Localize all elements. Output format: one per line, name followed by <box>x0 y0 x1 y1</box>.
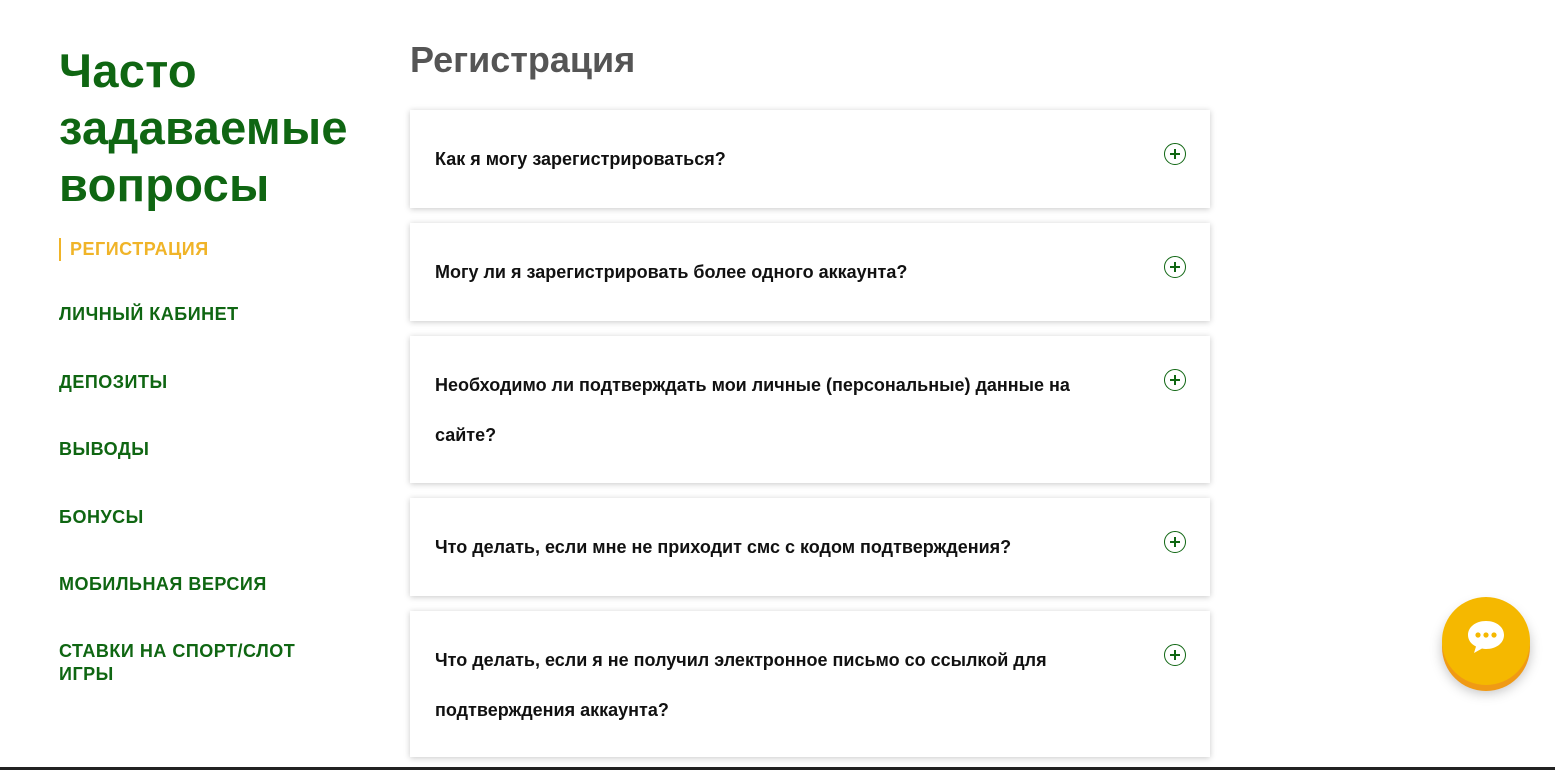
faq-sidebar: Часто задаваемые вопросы РЕГИСТРАЦИЯ ЛИЧ… <box>59 42 359 684</box>
faq-question-text: Что делать, если я не получил электронно… <box>435 650 1047 720</box>
faq-question-item[interactable]: Необходимо ли подтверждать мои личные (п… <box>410 336 1210 483</box>
faq-question-text: Необходимо ли подтверждать мои личные (п… <box>435 375 1070 445</box>
faq-content: Регистрация Как я могу зарегистрироватьс… <box>410 38 1210 757</box>
plus-circle-icon[interactable] <box>1164 143 1186 165</box>
plus-circle-icon[interactable] <box>1164 531 1186 553</box>
nav-item-bonuses[interactable]: БОНУСЫ <box>59 506 339 529</box>
faq-question-text: Могу ли я зарегистрировать более одного … <box>435 262 908 282</box>
chat-button[interactable] <box>1442 597 1530 685</box>
nav-item-personal-account[interactable]: ЛИЧНЫЙ КАБИНЕТ <box>59 303 339 326</box>
plus-circle-icon[interactable] <box>1164 644 1186 666</box>
plus-circle-icon[interactable] <box>1164 256 1186 278</box>
nav-item-deposits[interactable]: ДЕПОЗИТЫ <box>59 371 339 394</box>
faq-question-item[interactable]: Что делать, если мне не приходит смс с к… <box>410 498 1210 596</box>
chat-bubble-icon <box>1468 621 1504 653</box>
faq-question-text: Как я могу зарегистрироваться? <box>435 149 726 169</box>
faq-question-text: Что делать, если мне не приходит смс с к… <box>435 537 1012 557</box>
plus-circle-icon[interactable] <box>1164 369 1186 391</box>
faq-question-item[interactable]: Могу ли я зарегистрировать более одного … <box>410 223 1210 321</box>
nav-item-mobile-version[interactable]: МОБИЛЬНАЯ ВЕРСИЯ <box>59 573 339 596</box>
nav-item-registration[interactable]: РЕГИСТРАЦИЯ <box>59 238 350 261</box>
faq-question-item[interactable]: Как я могу зарегистрироваться? <box>410 110 1210 208</box>
faq-title: Часто задаваемые вопросы <box>59 44 348 211</box>
faq-question-item[interactable]: Что делать, если я не получил электронно… <box>410 611 1210 757</box>
nav-item-withdrawals[interactable]: ВЫВОДЫ <box>59 438 339 461</box>
faq-page: Часто задаваемые вопросы РЕГИСТРАЦИЯ ЛИЧ… <box>0 0 1555 770</box>
section-title: Регистрация <box>410 39 636 80</box>
nav-item-sports-slots[interactable]: СТАВКИ НА СПОРТ/СЛОТ ИГРЫ <box>59 640 309 686</box>
